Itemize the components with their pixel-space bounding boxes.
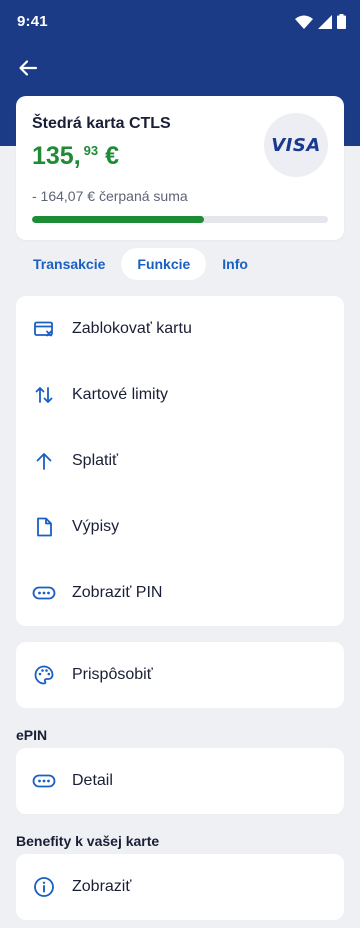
card-brand: VISA <box>271 134 321 156</box>
drawn-amount: - 164,07 € čerpaná suma <box>32 188 188 204</box>
back-button[interactable] <box>14 54 42 82</box>
customize-group: Prispôsobiť <box>16 642 344 708</box>
balance-currency: € <box>105 142 120 170</box>
benefits-group: Zobraziť <box>16 854 344 920</box>
credit-progress-fill <box>32 216 204 223</box>
signal-icon <box>318 14 332 29</box>
repay-item[interactable]: Splatiť <box>16 428 344 494</box>
epin-detail-item[interactable]: Detail <box>16 748 344 814</box>
statements-item[interactable]: Výpisy <box>16 494 344 560</box>
balance-main: 135, <box>32 142 81 170</box>
swap-vertical-icon <box>32 383 56 407</box>
arrow-left-icon <box>19 60 38 76</box>
card-title: Štedrá karta CTLS <box>32 115 171 132</box>
epin-detail-label: Detail <box>72 772 113 789</box>
repay-label: Splatiť <box>72 452 119 469</box>
block-card-label: Zablokovať kartu <box>72 320 192 337</box>
pin-dots-icon <box>32 769 56 793</box>
epin-group: Detail <box>16 748 344 814</box>
palette-icon <box>32 663 56 687</box>
status-icons <box>295 14 346 29</box>
card-balance: 135, 93 € <box>32 142 119 170</box>
show-pin-item[interactable]: Zobraziť PIN <box>16 560 344 626</box>
functions-list: Zablokovať kartu Kartové limity Splatiť … <box>16 296 344 626</box>
tab-info[interactable]: Info <box>206 248 264 280</box>
benefits-heading: Benefity k vašej karte <box>16 833 160 849</box>
customize-item[interactable]: Prispôsobiť <box>16 642 344 708</box>
tab-funkcie[interactable]: Funkcie <box>121 248 207 280</box>
balance-cents: 93 <box>83 143 99 158</box>
customize-label: Prispôsobiť <box>72 666 153 683</box>
show-pin-label: Zobraziť PIN <box>72 584 163 601</box>
benefits-show-item[interactable]: Zobraziť <box>16 854 344 920</box>
block-card-item[interactable]: Zablokovať kartu <box>16 296 344 362</box>
battery-icon <box>337 14 346 29</box>
status-bar: 9:41 <box>0 0 360 44</box>
wifi-icon <box>295 15 313 29</box>
info-icon <box>32 875 56 899</box>
epin-heading: ePIN <box>16 727 48 743</box>
arrow-up-icon <box>32 449 56 473</box>
pin-dots-icon <box>32 581 56 605</box>
benefits-show-label: Zobraziť <box>72 878 132 895</box>
document-icon <box>32 515 56 539</box>
credit-progress-bar <box>32 216 328 223</box>
card-block-icon <box>32 317 56 341</box>
tab-transakcie[interactable]: Transakcie <box>16 248 121 280</box>
card-limits-label: Kartové limity <box>72 386 169 403</box>
visa-logo: VISA <box>264 113 328 177</box>
statements-label: Výpisy <box>72 518 120 535</box>
card-summary[interactable]: Štedrá karta CTLS 135, 93 € VISA - 164,0… <box>16 96 344 240</box>
status-time: 9:41 <box>17 13 48 30</box>
tab-bar: Transakcie Funkcie Info <box>16 248 264 280</box>
card-limits-item[interactable]: Kartové limity <box>16 362 344 428</box>
